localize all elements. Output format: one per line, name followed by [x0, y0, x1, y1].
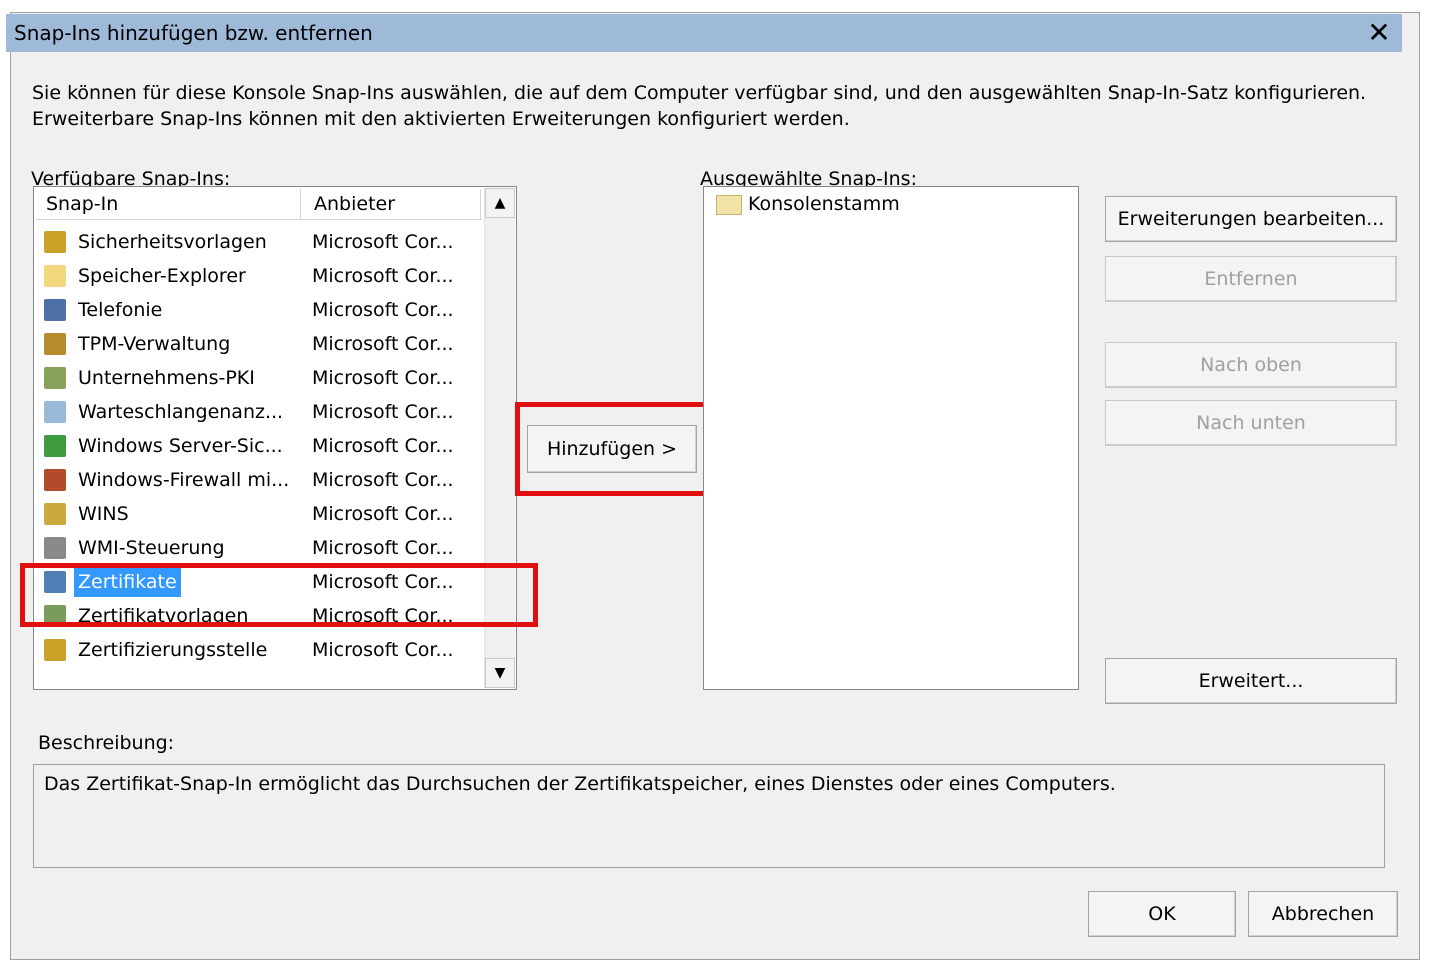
snapin-row[interactable]: Zertifizierungsstelle Microsoft Cor... — [36, 633, 484, 667]
dialog-title: Snap-Ins hinzufügen bzw. entfernen — [14, 21, 373, 45]
telephony-icon — [44, 299, 66, 321]
snapin-vendor: Microsoft Cor... — [312, 503, 454, 525]
server-backup-icon — [44, 435, 66, 457]
cancel-button[interactable]: Abbrechen — [1248, 891, 1398, 937]
snapin-vendor: Microsoft Cor... — [312, 469, 454, 491]
snapin-vendor: Microsoft Cor... — [312, 537, 454, 559]
advanced-button[interactable]: Erweitert... — [1105, 658, 1397, 704]
snapin-name: Unternehmens-PKI — [78, 367, 255, 389]
remove-button[interactable]: Entfernen — [1105, 256, 1397, 302]
column-divider — [300, 189, 301, 219]
snapin-name: WMI-Steuerung — [78, 537, 225, 559]
edit-extensions-button[interactable]: Erweiterungen bearbeiten... — [1105, 196, 1397, 242]
snapin-row[interactable]: WMI-Steuerung Microsoft Cor... — [36, 531, 484, 565]
snapin-vendor: Microsoft Cor... — [312, 435, 454, 457]
snapin-vendor: Microsoft Cor... — [312, 639, 454, 661]
snapin-row[interactable]: TPM-Verwaltung Microsoft Cor... — [36, 327, 484, 361]
snapin-name: Zertifizierungsstelle — [78, 639, 268, 661]
scroll-up-icon[interactable]: ▲ — [485, 188, 515, 218]
highlight-add-button — [515, 402, 723, 496]
snapin-row[interactable]: Windows-Firewall mi... Microsoft Cor... — [36, 463, 484, 497]
folder-icon — [716, 195, 742, 215]
snapin-row[interactable]: Telefonie Microsoft Cor... — [36, 293, 484, 327]
snapin-name: Sicherheitsvorlagen — [78, 231, 267, 253]
snapin-row[interactable]: Warteschlangenanz... Microsoft Cor... — [36, 395, 484, 429]
highlight-selected-row — [20, 563, 538, 627]
column-header-vendor[interactable]: Anbieter — [314, 193, 395, 215]
selected-snapins-list[interactable]: Konsolenstamm — [703, 186, 1079, 690]
wins-icon — [44, 503, 66, 525]
snapin-vendor: Microsoft Cor... — [312, 299, 454, 321]
snapin-name: Speicher-Explorer — [78, 265, 246, 287]
snapin-row[interactable]: Sicherheitsvorlagen Microsoft Cor... — [36, 225, 484, 259]
snapin-row[interactable]: Windows Server-Sic... Microsoft Cor... — [36, 429, 484, 463]
description-text: Das Zertifikat-Snap-In ermöglicht das Du… — [44, 773, 1116, 795]
column-header-snapin[interactable]: Snap-In — [46, 193, 118, 215]
snapin-name: Windows-Firewall mi... — [78, 469, 290, 491]
security-template-icon — [44, 231, 66, 253]
snapin-vendor: Microsoft Cor... — [312, 231, 454, 253]
snapin-vendor: Microsoft Cor... — [312, 401, 454, 423]
move-down-button[interactable]: Nach unten — [1105, 400, 1397, 446]
close-icon[interactable]: ✕ — [1364, 18, 1394, 48]
tpm-key-icon — [44, 333, 66, 355]
cert-authority-icon — [44, 639, 66, 661]
description-label: Beschreibung: — [38, 732, 175, 754]
move-up-button[interactable]: Nach oben — [1105, 342, 1397, 388]
title-bar: Snap-Ins hinzufügen bzw. entfernen ✕ — [6, 14, 1402, 52]
snapin-name: TPM-Verwaltung — [78, 333, 231, 355]
ok-button[interactable]: OK — [1088, 891, 1236, 937]
queue-viewer-icon — [44, 401, 66, 423]
scroll-down-icon[interactable]: ▼ — [485, 658, 515, 688]
snapin-name: Warteschlangenanz... — [78, 401, 284, 423]
snapin-row[interactable]: Unternehmens-PKI Microsoft Cor... — [36, 361, 484, 395]
folder-icon — [44, 265, 66, 287]
description-box: Das Zertifikat-Snap-In ermöglicht das Du… — [33, 764, 1385, 868]
snapin-vendor: Microsoft Cor... — [312, 265, 454, 287]
column-divider — [480, 189, 481, 219]
intro-text: Sie können für diese Konsole Snap-Ins au… — [32, 82, 1367, 130]
wmi-icon — [44, 537, 66, 559]
snapin-name: WINS — [78, 503, 129, 525]
snapin-row[interactable]: WINS Microsoft Cor... — [36, 497, 484, 531]
list-header: Snap-In Anbieter — [36, 189, 482, 220]
snapin-row[interactable]: Speicher-Explorer Microsoft Cor... — [36, 259, 484, 293]
selected-item-konsolenstamm[interactable]: Konsolenstamm — [748, 193, 900, 215]
pki-icon — [44, 367, 66, 389]
snapin-name: Telefonie — [78, 299, 163, 321]
snapin-name: Windows Server-Sic... — [78, 435, 283, 457]
snapin-vendor: Microsoft Cor... — [312, 333, 454, 355]
firewall-icon — [44, 469, 66, 491]
snapin-vendor: Microsoft Cor... — [312, 367, 454, 389]
